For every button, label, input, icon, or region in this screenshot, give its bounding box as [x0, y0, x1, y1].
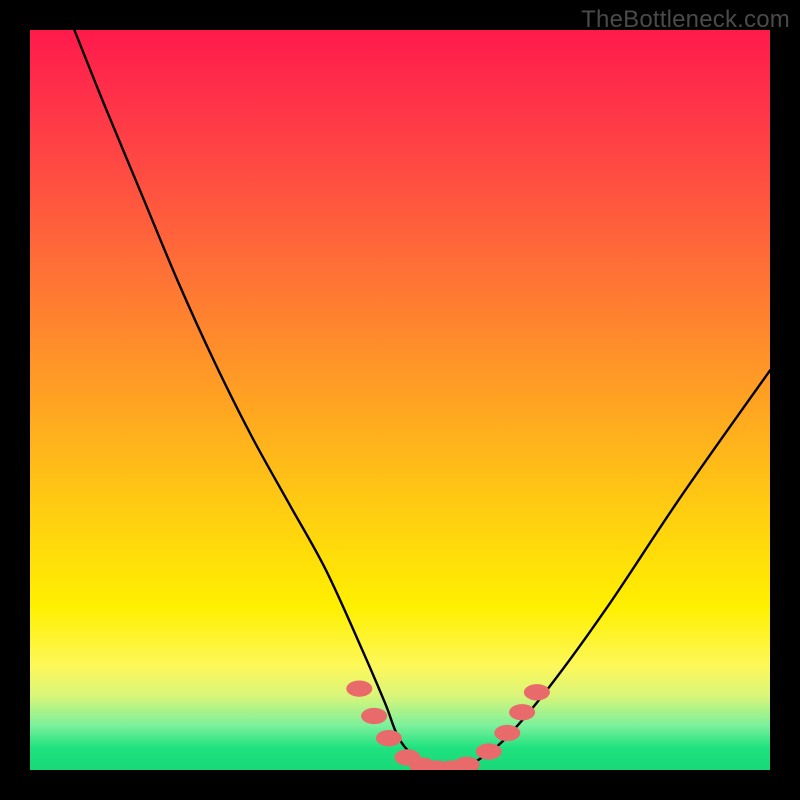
curve-marker: [346, 680, 372, 696]
bottleneck-curve: [74, 30, 770, 770]
chart-plot-area: [30, 30, 770, 770]
watermark-text: TheBottleneck.com: [581, 6, 790, 34]
curve-marker: [361, 708, 387, 724]
curve-marker: [454, 757, 480, 770]
chart-svg: [30, 30, 770, 770]
chart-frame: TheBottleneck.com: [0, 0, 800, 800]
curve-marker: [476, 743, 502, 759]
curve-marker: [509, 704, 535, 720]
curve-marker: [524, 684, 550, 700]
curve-marker: [494, 725, 520, 741]
curve-marker: [376, 730, 402, 746]
